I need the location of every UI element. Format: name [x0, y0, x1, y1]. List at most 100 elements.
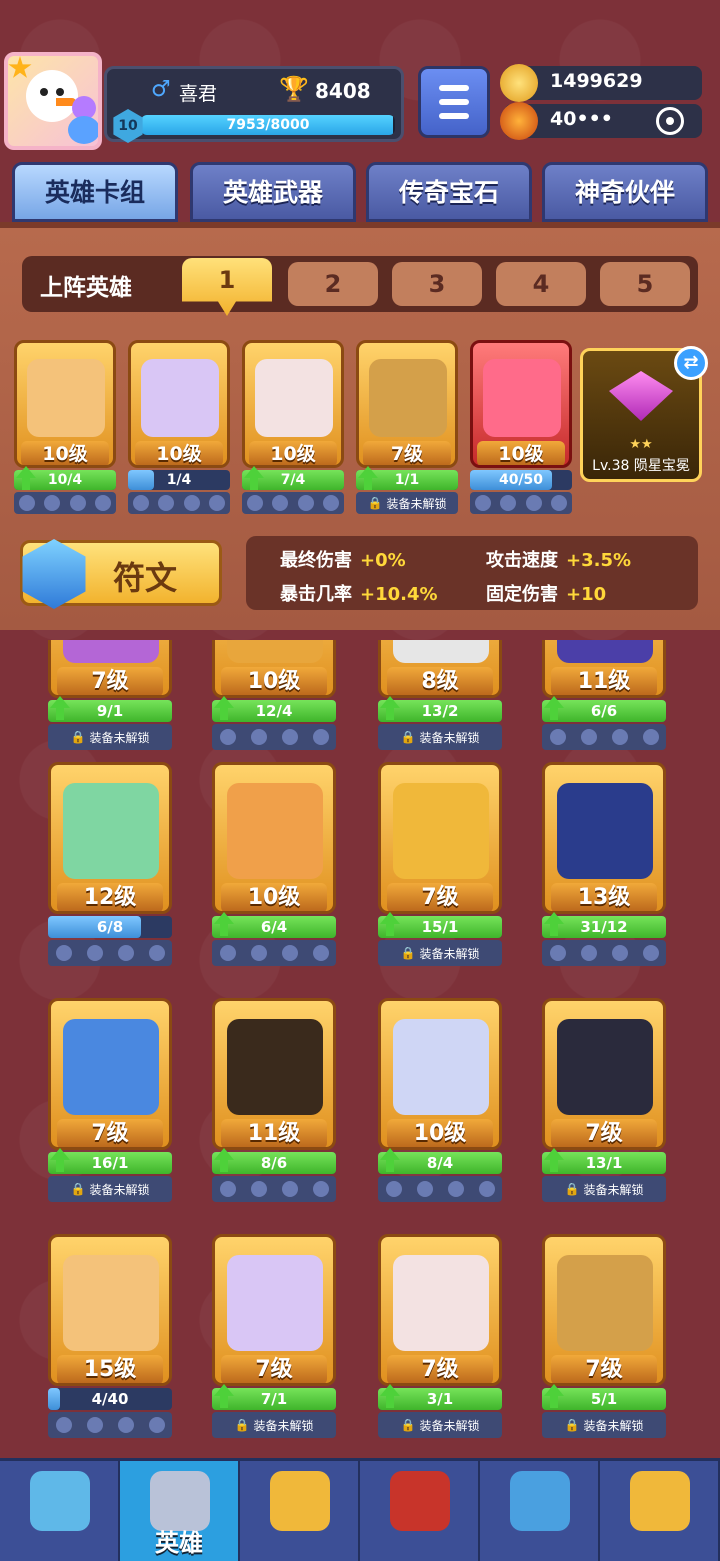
tab-legend-gems[interactable]: 传奇宝石 — [366, 162, 532, 222]
hero-card[interactable]: 7级 13/1 🔒 装备未解锁 — [542, 998, 666, 1202]
hero-card[interactable]: 10级 12/4 — [212, 640, 336, 750]
hero-portrait-frame: 7级 — [48, 998, 172, 1150]
hero-card[interactable]: 10级 40/50 — [470, 340, 572, 514]
coin-counter[interactable]: 1499629 — [500, 64, 702, 102]
equipment-locked-label: 装备未解锁 — [253, 1418, 314, 1433]
equipment-slots — [212, 1176, 336, 1202]
card-progress-bar: 6/4 — [212, 912, 336, 938]
nav-item-crown-shield[interactable] — [360, 1461, 480, 1561]
card-progress-bar: 4/40 — [48, 1388, 172, 1410]
hero-card[interactable]: 7级 1/1 🔒 装备未解锁 — [356, 340, 458, 514]
hero-card[interactable]: 10级 1/4 — [128, 340, 230, 514]
hero-portrait — [63, 640, 159, 663]
hero-portrait — [227, 640, 323, 663]
hero-level: 10级 — [249, 441, 337, 465]
rune-button[interactable]: 符文 — [20, 539, 222, 609]
hero-card[interactable]: 7级 16/1 🔒 装备未解锁 — [48, 998, 172, 1202]
ring-slot-icon — [69, 495, 86, 511]
player-avatar[interactable] — [4, 52, 102, 150]
tab-magic-partners[interactable]: 神奇伙伴 — [542, 162, 708, 222]
nav-item-treasure-chest[interactable] — [0, 1461, 120, 1561]
lock-icon: 🔒 — [234, 1418, 250, 1432]
card-progress-text: 31/12 — [580, 918, 628, 936]
nav-item-knight-helmet[interactable]: 英雄 — [120, 1461, 240, 1561]
bottom-nav: 英雄 — [0, 1458, 720, 1561]
lock-icon: 🔒 — [400, 946, 416, 960]
knight-helmet-icon — [150, 1471, 210, 1531]
lineup-slot-3[interactable]: 3 — [392, 262, 482, 306]
card-progress-bar: 5/1 — [542, 1384, 666, 1410]
hero-card[interactable]: 8级 13/2 🔒 装备未解锁 — [378, 640, 502, 750]
hero-card[interactable]: 10级 10/4 — [14, 340, 116, 514]
ring-slot-icon — [281, 945, 298, 961]
card-progress-text: 16/1 — [91, 1154, 129, 1172]
hero-card[interactable]: 11级 8/6 — [212, 998, 336, 1202]
nav-item-crossed-swords[interactable] — [240, 1461, 360, 1561]
equipment-locked: 🔒 装备未解锁 — [212, 1412, 336, 1438]
tab-hero-weapons[interactable]: 英雄武器 — [190, 162, 356, 222]
nav-item-guild-banner[interactable] — [480, 1461, 600, 1561]
card-progress-bar: 7/4 — [242, 466, 344, 490]
hero-card[interactable]: 10级 8/4 — [378, 998, 502, 1202]
lineup-slot-4[interactable]: 4 — [496, 262, 586, 306]
card-progress-text: 13/1 — [585, 1154, 623, 1172]
nav-item-compass[interactable] — [600, 1461, 720, 1561]
tab-hero-deck[interactable]: 英雄卡组 — [12, 162, 178, 222]
hero-card[interactable]: 11级 6/6 — [542, 640, 666, 750]
hero-level: 10级 — [221, 667, 327, 695]
hero-level: 7级 — [387, 883, 493, 911]
nav-label: 英雄 — [155, 1529, 203, 1557]
lineup-slot-2[interactable]: 2 — [288, 262, 378, 306]
hero-card[interactable]: 15级 4/40 — [48, 1234, 172, 1438]
equipment-slots — [212, 724, 336, 750]
menu-button[interactable] — [418, 66, 490, 138]
stat-value: +3.5% — [566, 550, 632, 571]
energy-counter[interactable]: 40••• — [500, 102, 702, 140]
card-progress-text: 7/4 — [280, 472, 306, 488]
hero-portrait — [27, 359, 105, 437]
hero-card[interactable]: 13级 31/12 — [542, 762, 666, 966]
equipment-slots — [242, 492, 344, 514]
stat-crit-chance: 暴击几率 +10.4% — [280, 580, 438, 606]
equipment-slots — [542, 940, 666, 966]
hero-card[interactable]: 7级 15/1 🔒 装备未解锁 — [378, 762, 502, 966]
xp-bar: 7953/8000 — [141, 115, 395, 135]
equipment-locked: 🔒 装备未解锁 — [378, 1412, 502, 1438]
hero-card[interactable]: 10级 7/4 — [242, 340, 344, 514]
card-progress-text: 6/6 — [590, 702, 618, 720]
hero-card[interactable]: 12级 6/8 — [48, 762, 172, 966]
swap-icon[interactable]: ⇄ — [674, 346, 708, 380]
hero-card[interactable]: 7级 7/1 🔒 装备未解锁 — [212, 1234, 336, 1438]
stat-label: 最终伤害 — [280, 550, 352, 571]
hero-level: 10级 — [21, 441, 109, 465]
card-progress-bar: 9/1 — [48, 696, 172, 722]
hero-card[interactable]: 10级 6/4 — [212, 762, 336, 966]
player-name: 喜君 — [179, 83, 218, 105]
trophy-count: 8408 — [315, 79, 371, 103]
hero-portrait — [483, 359, 561, 437]
xp-text: 7953/8000 — [226, 117, 310, 133]
hero-portrait-frame: 7级 — [212, 1234, 336, 1386]
gem-name: Lv.38 陨星宝冕 — [592, 458, 690, 474]
ring-slot-icon — [611, 729, 628, 745]
lineup-slot-1[interactable]: 1 — [182, 258, 272, 316]
hero-portrait-frame: 10级 — [14, 340, 116, 468]
hero-portrait — [557, 783, 653, 879]
stat-fixed-damage: 固定伤害 +10 — [486, 580, 606, 606]
sword-slot-icon — [132, 495, 149, 511]
hero-card[interactable]: 7级 5/1 🔒 装备未解锁 — [542, 1234, 666, 1438]
equipment-locked: 🔒 装备未解锁 — [542, 1176, 666, 1202]
player-info[interactable]: ♂ 喜君 🏆 8408 7953/8000 10 — [104, 66, 404, 143]
hero-card[interactable]: 7级 3/1 🔒 装备未解锁 — [378, 1234, 502, 1438]
card-progress-bar: 1/1 — [356, 466, 458, 490]
lineup-slot-5[interactable]: 5 — [600, 262, 690, 306]
paw-slot-icon — [250, 729, 267, 745]
record-icon[interactable] — [656, 107, 684, 135]
hero-level: 7级 — [387, 1355, 493, 1383]
hero-level: 8级 — [387, 667, 493, 695]
hero-card[interactable]: 7级 9/1 🔒 装备未解锁 — [48, 640, 172, 750]
card-progress-text: 6/8 — [96, 918, 124, 936]
hero-portrait-frame: 10级 — [470, 340, 572, 468]
card-progress-text: 10/4 — [47, 472, 83, 488]
avatar-pet-blue — [68, 116, 98, 144]
